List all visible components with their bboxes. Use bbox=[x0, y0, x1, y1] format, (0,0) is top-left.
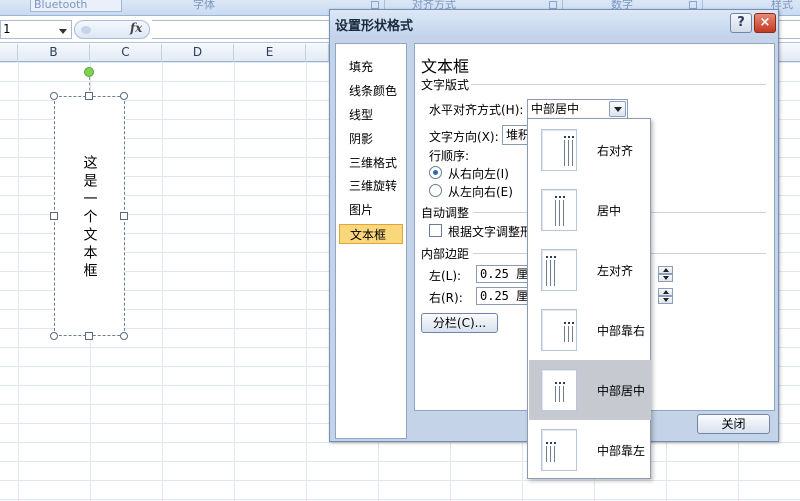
option-label: 中部靠右 bbox=[597, 324, 646, 338]
option-label: 中部居中 bbox=[597, 384, 646, 398]
radio-left-to-right[interactable] bbox=[429, 184, 442, 197]
column-header-e[interactable]: E bbox=[234, 44, 306, 62]
h-align-label: 水平对齐方式(H): bbox=[429, 103, 524, 117]
nav-item-text-box[interactable]: 文本框 bbox=[339, 224, 403, 244]
nav-item-line-style[interactable]: 线型 bbox=[339, 105, 403, 125]
h-align-select[interactable]: 中部居中 bbox=[527, 99, 628, 119]
column-header-d[interactable]: D bbox=[162, 44, 234, 62]
align-top-center-icon bbox=[541, 189, 577, 231]
insert-function-button[interactable]: fx bbox=[130, 21, 142, 35]
name-box-value: 1 bbox=[3, 22, 11, 36]
text-layout-group-label: 文字版式 bbox=[421, 78, 470, 92]
h-align-value: 中部居中 bbox=[531, 102, 580, 116]
close-icon[interactable]: × bbox=[754, 13, 776, 33]
option-right-align[interactable]: 右对齐 bbox=[529, 120, 651, 180]
columns-button[interactable]: 分栏(C)... bbox=[421, 313, 498, 333]
option-left-align[interactable]: 左对齐 bbox=[529, 240, 651, 300]
option-middle-left[interactable]: 中部靠左 bbox=[529, 420, 651, 480]
text-box-content[interactable]: 这是一个文本框 bbox=[55, 155, 124, 281]
option-label: 居中 bbox=[597, 204, 622, 218]
name-box[interactable]: 1 bbox=[0, 20, 72, 39]
column-header-b[interactable]: B bbox=[18, 44, 90, 62]
top-margin-stepper[interactable] bbox=[658, 266, 674, 282]
align-middle-center-icon bbox=[541, 369, 577, 411]
nav-item-3d-format[interactable]: 三维格式 bbox=[339, 153, 403, 173]
chevron-down-icon[interactable] bbox=[59, 29, 67, 34]
resize-handle-bottom-right[interactable] bbox=[120, 332, 128, 340]
font-dialog-launcher-icon[interactable] bbox=[371, 1, 379, 9]
close-button[interactable]: 关闭 bbox=[697, 414, 770, 434]
align-top-right-icon bbox=[541, 129, 577, 171]
column-header-f[interactable] bbox=[306, 44, 329, 62]
select-all-corner[interactable] bbox=[0, 44, 18, 62]
dialog-titlebar[interactable]: 设置形状格式 ? × bbox=[330, 10, 778, 36]
text-box-shape[interactable]: 这是一个文本框 bbox=[54, 96, 125, 336]
align-middle-right-icon bbox=[541, 309, 577, 351]
autofit-group-label: 自动调整 bbox=[421, 206, 470, 220]
resize-handle-right[interactable] bbox=[120, 212, 128, 220]
h-align-dropdown-list: 右对齐 居中 左对齐 中部靠右 中部居中 中部靠左 bbox=[527, 118, 651, 479]
option-center[interactable]: 居中 bbox=[529, 180, 651, 240]
resize-handle-bottom[interactable] bbox=[85, 332, 93, 340]
spin-up-icon[interactable] bbox=[658, 288, 673, 296]
section-heading: 文本框 bbox=[421, 57, 470, 76]
radio-right-to-left[interactable] bbox=[429, 166, 442, 179]
autofit-checkbox[interactable] bbox=[429, 224, 442, 237]
dialog-title: 设置形状格式 bbox=[335, 19, 414, 34]
category-nav: 填充 线条颜色 线型 阴影 三维格式 三维旋转 图片 文本框 bbox=[335, 43, 407, 439]
resize-handle-top-right[interactable] bbox=[120, 92, 128, 100]
radio-left-to-right-label[interactable]: 从左向右(E) bbox=[448, 183, 513, 200]
resize-handle-top-left[interactable] bbox=[50, 92, 58, 100]
right-margin-input[interactable]: 0.25 厘米 bbox=[476, 287, 528, 305]
spin-down-icon[interactable] bbox=[658, 274, 673, 282]
option-middle-center[interactable]: 中部居中 bbox=[529, 360, 651, 420]
help-button[interactable]: ? bbox=[730, 13, 752, 33]
option-middle-right[interactable]: 中部靠右 bbox=[529, 300, 651, 360]
column-header-c[interactable]: C bbox=[90, 44, 162, 62]
resize-handle-bottom-left[interactable] bbox=[50, 332, 58, 340]
nav-item-line-color[interactable]: 线条颜色 bbox=[339, 81, 403, 101]
ribbon-group-font: 字体 bbox=[193, 0, 215, 11]
bottom-margin-stepper[interactable] bbox=[658, 288, 674, 304]
line-order-label: 行顺序: bbox=[429, 149, 470, 163]
margins-group-label: 内部边距 bbox=[421, 247, 470, 261]
text-direction-label: 文字方向(X): bbox=[429, 130, 499, 144]
spin-down-icon[interactable] bbox=[658, 296, 673, 304]
rotate-handle[interactable] bbox=[84, 67, 94, 77]
option-label: 右对齐 bbox=[597, 144, 634, 158]
number-dialog-launcher-icon[interactable] bbox=[689, 1, 697, 9]
group-divider bbox=[471, 84, 766, 85]
alignment-dialog-launcher-icon[interactable] bbox=[549, 1, 557, 9]
nav-item-shadow[interactable]: 阴影 bbox=[339, 129, 403, 149]
nav-item-picture[interactable]: 图片 bbox=[339, 200, 403, 220]
left-margin-label: 左(L): bbox=[429, 269, 462, 283]
nav-item-3d-rotation[interactable]: 三维旋转 bbox=[339, 176, 403, 196]
right-margin-label: 右(R): bbox=[429, 291, 463, 305]
resize-handle-left[interactable] bbox=[50, 212, 58, 220]
ribbon-group-bluetooth[interactable]: Bluetooth bbox=[30, 0, 122, 12]
resize-grip-icon[interactable] bbox=[81, 26, 91, 34]
radio-right-to-left-label[interactable]: 从右向左(I) bbox=[448, 165, 509, 182]
nav-item-fill[interactable]: 填充 bbox=[339, 57, 403, 77]
autofit-checkbox-label[interactable]: 根据文字调整形 bbox=[448, 223, 532, 240]
align-middle-left-icon bbox=[541, 429, 577, 471]
spin-up-icon[interactable] bbox=[658, 266, 673, 274]
resize-handle-top[interactable] bbox=[85, 92, 93, 100]
align-top-left-icon bbox=[541, 249, 577, 291]
chevron-down-icon[interactable] bbox=[609, 101, 626, 117]
option-label: 左对齐 bbox=[597, 264, 634, 278]
option-label: 中部靠左 bbox=[597, 444, 646, 458]
left-margin-input[interactable]: 0.25 厘米 bbox=[476, 265, 528, 283]
